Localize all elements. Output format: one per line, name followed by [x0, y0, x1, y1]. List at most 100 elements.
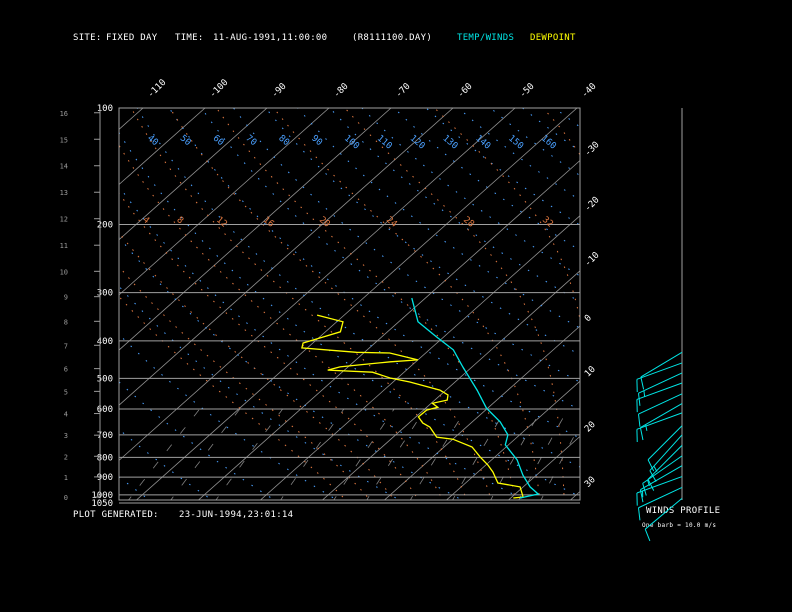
isotherm-line: [383, 325, 580, 500]
isotherm-top-label: -80: [332, 82, 351, 101]
isotherm-line: [119, 108, 206, 186]
dry-adiabat-label: 160: [539, 134, 558, 152]
dry-adiabat-line: [119, 285, 401, 500]
isotherm-right-label: -30: [583, 140, 602, 159]
dry-adiabat-line: [265, 108, 580, 356]
moist-adiabat-line: [119, 295, 347, 500]
moist-adiabat-line: [273, 108, 541, 500]
pressure-tick-label: 500: [97, 374, 113, 384]
dry-adiabat-line: [136, 108, 580, 468]
moist-adiabat-label: 16: [261, 215, 276, 230]
dry-adiabat-line: [233, 108, 580, 383]
isotherm-line: [119, 108, 330, 296]
moist-adiabat-line: [130, 108, 468, 500]
mixing-ratio-line: [409, 408, 467, 500]
isotherm-right-label: 10: [583, 365, 598, 380]
height-tick-label: 8: [64, 318, 68, 326]
moist-adiabat-label: 12: [214, 215, 229, 230]
wind-barb-flag: [639, 427, 644, 441]
dry-adiabat-label: 70: [243, 134, 258, 149]
isotherm-line: [135, 108, 578, 500]
moist-adiabat-line: [542, 108, 580, 156]
dry-adiabat-line: [119, 236, 464, 500]
height-tick-label: 5: [64, 388, 68, 396]
isotherm-right-label: 20: [583, 420, 598, 435]
height-tick-label: 9: [64, 294, 68, 302]
height-tick-label: 3: [64, 432, 68, 440]
pressure-tick-label: 800: [97, 453, 113, 463]
isotherm-line: [259, 215, 580, 500]
isotherm-line: [0, 108, 81, 503]
dry-adiabat-line: [587, 108, 792, 503]
isotherm-line: [119, 108, 454, 406]
dry-adiabat-line: [119, 428, 213, 500]
isotherm-line: [119, 108, 516, 461]
dry-adiabat-line: [457, 108, 580, 201]
dry-adiabat-label: 110: [375, 134, 394, 152]
isotherm-right-label: 0: [583, 313, 594, 324]
skew-t-chart: 10020030040050060070080090010001050-110-…: [0, 78, 792, 542]
wind-barb-staff: [636, 412, 683, 430]
isotherm-top-label: -100: [208, 78, 230, 100]
isotherm-right-label: -20: [583, 195, 602, 214]
mixing-ratio-line: [518, 408, 569, 500]
height-tick-label: 2: [64, 453, 68, 461]
height-tick-label: 14: [60, 163, 68, 171]
moist-adiabat-label: 24: [384, 215, 399, 230]
height-tick-label: 15: [60, 136, 68, 144]
wind-barb-flag: [644, 528, 651, 542]
moist-adiabat-line: [169, 108, 492, 500]
dry-adiabat-line: [361, 108, 580, 277]
height-tick-label: 13: [60, 189, 68, 197]
dry-adiabat-line: [522, 108, 580, 152]
height-tick-label: 4: [64, 411, 68, 419]
dry-adiabat-label: 130: [440, 134, 459, 152]
moist-adiabat-line: [119, 265, 371, 500]
height-tick-label: 1: [64, 474, 68, 482]
moist-adiabat-line: [434, 108, 580, 323]
wind-barb-staff: [640, 465, 683, 491]
pressure-tick-label: 700: [97, 431, 113, 441]
dry-adiabat-label: 60: [211, 134, 226, 149]
isotherm-line: [119, 108, 144, 130]
isotherm-line: [507, 435, 580, 500]
mixing-ratio-line: [170, 408, 241, 500]
dry-adiabat-line: [619, 108, 792, 503]
height-tick-label: 11: [60, 242, 68, 250]
dry-adiabat-label: 140: [473, 134, 492, 152]
wind-barb-flag: [638, 414, 641, 427]
dry-adiabat-label: 90: [309, 134, 324, 149]
dry-adiabat-label: 80: [276, 134, 291, 149]
isotherm-line: [197, 159, 580, 500]
height-tick-label: 0: [64, 494, 68, 502]
dry-adiabat-line: [119, 131, 580, 498]
dry-adiabat-line: [425, 108, 580, 226]
chart-overlays: 10020030040050060070080090010001050-110-…: [60, 78, 683, 542]
isotherm-top-label: -50: [518, 82, 537, 101]
dry-adiabat-line: [119, 476, 151, 500]
isotherm-line: [0, 108, 19, 503]
isotherm-right-label: -10: [583, 250, 602, 269]
isotherm-top-label: -40: [580, 82, 599, 101]
isotherm-line: [629, 108, 792, 503]
mixing-ratio-line: [366, 408, 426, 500]
temperature-line: [411, 297, 540, 499]
dry-adiabat-line: [119, 381, 276, 500]
wind-barb-flag: [638, 507, 641, 521]
isotherm-top-label: -90: [270, 82, 289, 101]
moist-adiabat-line: [119, 192, 420, 500]
wind-barb-staff: [647, 425, 683, 461]
wind-barb-staff: [647, 445, 683, 480]
pressure-tick-label: 900: [97, 473, 113, 483]
height-tick-label: 16: [60, 110, 68, 118]
pressure-tick-label: 200: [97, 220, 113, 230]
isotherm-top-label: -110: [146, 78, 168, 100]
isotherm-line: [569, 490, 580, 500]
dry-adiabat-line: [393, 108, 580, 251]
wind-barb-staff: [644, 497, 683, 530]
dry-adiabat-line: [297, 108, 580, 329]
height-tick-label: 6: [64, 366, 68, 374]
moist-adiabat-label: 28: [461, 215, 476, 230]
dry-adiabat-line: [651, 108, 792, 503]
height-tick-label: 10: [60, 268, 68, 276]
